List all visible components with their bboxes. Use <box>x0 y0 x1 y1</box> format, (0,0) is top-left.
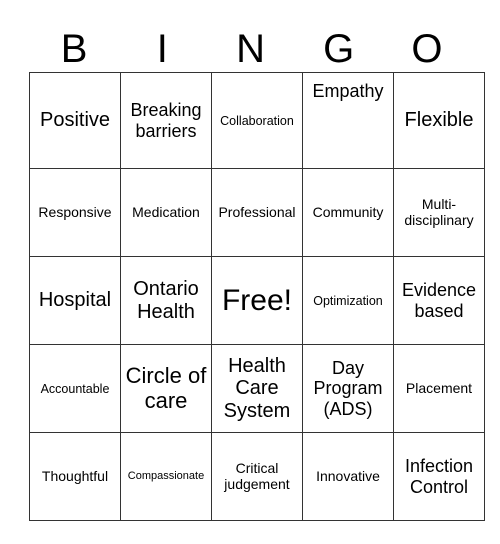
bingo-row: Positive Breaking barriers Collaboration… <box>29 72 485 169</box>
bingo-cell[interactable]: Flexible <box>393 72 485 169</box>
bingo-cell[interactable]: Empathy <box>302 72 394 169</box>
bingo-cell[interactable]: Multi-disciplinary <box>393 168 485 257</box>
bingo-cell[interactable]: Day Program (ADS) <box>302 344 394 433</box>
bingo-row: Hospital Ontario Health Free! Optimizati… <box>29 256 485 345</box>
bingo-cell[interactable]: Medication <box>120 168 212 257</box>
bingo-card: Positive Breaking barriers Collaboration… <box>29 72 485 521</box>
header-letter-g: G <box>323 27 355 71</box>
bingo-row: Responsive Medication Professional Commu… <box>29 168 485 257</box>
bingo-cell[interactable]: Professional <box>211 168 303 257</box>
bingo-cell[interactable]: Breaking barriers <box>120 72 212 169</box>
bingo-cell[interactable]: Innovative <box>302 432 394 521</box>
bingo-cell[interactable]: Hospital <box>29 256 121 345</box>
bingo-cell[interactable]: Accountable <box>29 344 121 433</box>
bingo-cell[interactable]: Evidence based <box>393 256 485 345</box>
bingo-cell[interactable]: Collaboration <box>211 72 303 169</box>
bingo-cell[interactable]: Circle of care <box>120 344 212 433</box>
bingo-cell[interactable]: Community <box>302 168 394 257</box>
header-letter-b: B <box>60 27 88 71</box>
header-letter-o: O <box>411 27 443 71</box>
bingo-cell[interactable]: Placement <box>393 344 485 433</box>
bingo-row: Thoughtful Compassionate Critical judgem… <box>29 432 485 521</box>
bingo-cell[interactable]: Critical judgement <box>211 432 303 521</box>
bingo-cell[interactable]: Thoughtful <box>29 432 121 521</box>
bingo-cell[interactable]: Optimization <box>302 256 394 345</box>
bingo-cell[interactable]: Positive <box>29 72 121 169</box>
header-letter-n: N <box>236 27 265 71</box>
bingo-header: B I N G O <box>30 26 471 72</box>
bingo-cell[interactable]: Infection Control <box>393 432 485 521</box>
bingo-cell[interactable]: Responsive <box>29 168 121 257</box>
bingo-cell[interactable]: Ontario Health <box>120 256 212 345</box>
header-letter-i: I <box>156 27 168 71</box>
bingo-row: Accountable Circle of care Health Care S… <box>29 344 485 433</box>
free-space-cell[interactable]: Free! <box>211 256 303 345</box>
bingo-cell[interactable]: Compassionate <box>120 432 212 521</box>
bingo-cell[interactable]: Health Care System <box>211 344 303 433</box>
